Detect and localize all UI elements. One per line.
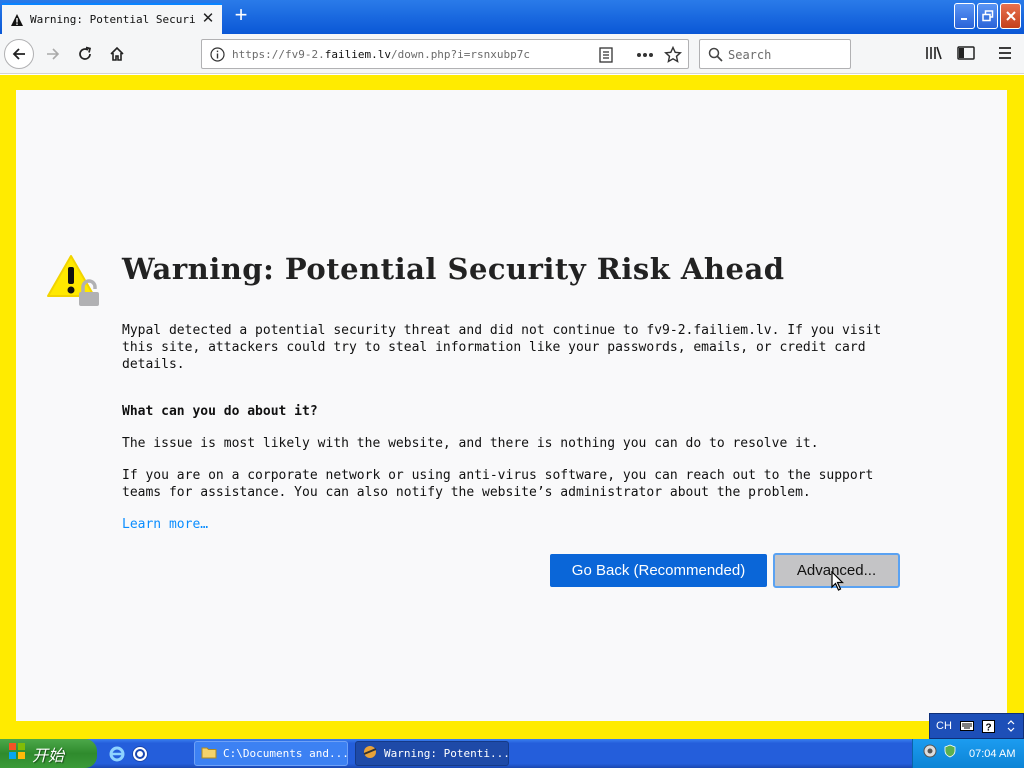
reload-icon (79, 46, 92, 60)
tab-strip: Warning: Potential Security Risk Ahead ✕… (0, 0, 1024, 34)
language-bar: CH ? (929, 713, 1024, 739)
system-tray: 07:04 AM (912, 739, 1024, 768)
input-language-indicator[interactable]: CH (936, 720, 952, 732)
keyboard-icon[interactable] (959, 719, 974, 733)
back-button[interactable] (4, 39, 34, 69)
page-title: Warning: Potential Security Risk Ahead (122, 252, 785, 286)
error-page: Warning: Potential Security Risk Ahead M… (16, 90, 1007, 721)
home-button[interactable] (102, 39, 132, 69)
minimize-icon (960, 18, 967, 20)
url-bar[interactable]: https://fv9-2.failiem.lv/down.php?i=rsnx… (201, 39, 689, 69)
language-bar-options-icon[interactable] (1004, 719, 1018, 733)
mypal-browser-icon[interactable] (131, 745, 149, 763)
search-icon (708, 47, 723, 67)
search-input[interactable] (728, 46, 843, 63)
tab-active[interactable]: Warning: Potential Security Risk Ahead ✕ (2, 3, 222, 34)
url-domain: failiem.lv (324, 48, 391, 61)
issue-explanation: The issue is most likely with the websit… (122, 436, 819, 451)
search-bar[interactable] (699, 39, 851, 69)
warning-icon (10, 13, 24, 27)
content-frame: Warning: Potential Security Risk Ahead M… (0, 75, 1024, 739)
go-back-button[interactable]: Go Back (Recommended) (550, 554, 767, 587)
sidebar-button[interactable] (955, 42, 977, 64)
taskbar-item-browser[interactable]: Warning: Potenti... (355, 741, 509, 766)
forward-button[interactable] (38, 39, 68, 69)
folder-icon (201, 745, 217, 762)
restore-button[interactable] (977, 3, 998, 29)
forward-arrow-icon (47, 48, 60, 60)
back-arrow-icon (12, 48, 25, 60)
library-button[interactable] (923, 42, 945, 64)
network-icon[interactable] (923, 744, 937, 763)
threat-description: Mypal detected a potential security thre… (122, 323, 882, 372)
windows-logo-icon (8, 742, 26, 765)
svg-text:?: ? (986, 722, 992, 733)
minimize-button[interactable] (954, 3, 975, 29)
new-tab-button[interactable]: + (229, 4, 253, 28)
home-icon (110, 46, 124, 61)
section-heading: What can you do about it? (122, 404, 318, 419)
taskbar-item-explorer[interactable]: C:\Documents and... (194, 741, 348, 766)
library-icon (926, 46, 942, 60)
browser-icon (362, 744, 378, 763)
warning-lock-icon (46, 252, 102, 313)
restore-icon (981, 10, 993, 22)
learn-more-link[interactable]: Learn more… (122, 517, 208, 532)
site-info-icon[interactable] (210, 47, 225, 67)
start-label: 开始 (32, 745, 65, 765)
tab-close-icon[interactable]: ✕ (200, 11, 216, 27)
internet-explorer-icon[interactable] (108, 745, 126, 763)
tab-title: Warning: Potential Security Risk Ahead (30, 13, 195, 26)
help-icon[interactable]: ? (982, 719, 996, 733)
support-advice: If you are on a corporate network or usi… (122, 468, 874, 500)
security-shield-icon[interactable] (943, 744, 957, 763)
close-icon (1005, 11, 1016, 21)
sidebar-icon (957, 46, 975, 60)
menu-button[interactable] (994, 42, 1016, 64)
page-actions-icon[interactable] (636, 46, 654, 64)
reload-button[interactable] (70, 39, 100, 69)
url-text[interactable]: https://fv9-2.failiem.lv/down.php?i=rsnx… (232, 48, 530, 61)
taskbar-item-label: C:\Documents and... (223, 747, 348, 760)
close-window-button[interactable] (1000, 3, 1021, 29)
bookmark-star-icon[interactable] (664, 46, 682, 64)
taskbar-item-label: Warning: Potenti... (384, 747, 509, 760)
navigation-toolbar: https://fv9-2.failiem.lv/down.php?i=rsnx… (0, 34, 1024, 74)
mouse-cursor-icon (831, 570, 844, 596)
reader-view-icon[interactable] (597, 46, 615, 64)
clock[interactable]: 07:04 AM (969, 748, 1015, 760)
hamburger-menu-icon (999, 47, 1011, 59)
taskbar: 开始 C:\Documents and... Warning: Potenti.… (0, 739, 1024, 768)
start-button[interactable]: 开始 (0, 739, 97, 768)
